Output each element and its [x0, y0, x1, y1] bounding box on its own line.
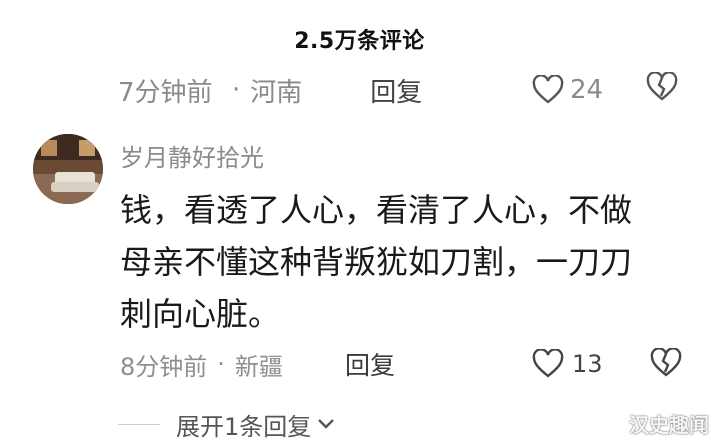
broken-heart-icon — [650, 347, 682, 377]
comment-time: 8分钟前 — [120, 352, 208, 381]
previous-comment-footer: 7分钟前 · 河南 回复 24 — [118, 64, 718, 110]
previous-comment-location: 河南 — [250, 77, 303, 108]
comment-location: 新疆 — [234, 352, 283, 381]
comment-text-line: 刺向心脏。 — [120, 295, 281, 333]
watermark: 汉史趣闻 — [629, 413, 709, 437]
comment-text-line: 钱，看透了人心，看清了人心，不做 — [120, 191, 633, 229]
expand-replies-label: 展开1条回复 — [176, 412, 312, 441]
avatar[interactable] — [33, 134, 103, 204]
heart-icon — [532, 75, 564, 104]
comment-username[interactable]: 岁月静好拾光 — [120, 138, 264, 173]
comment-footer: 8分钟前 · 新疆 回复 13 — [120, 344, 700, 384]
previous-like-button[interactable]: 24 — [532, 75, 603, 105]
chevron-down-icon — [318, 419, 335, 429]
comment-text: 钱，看透了人心，看清了人心，不做 母亲不懂这种背叛犹如刀割，一刀刀 刺向心脏。 — [120, 184, 680, 340]
dislike-button[interactable] — [650, 347, 682, 384]
reply-button[interactable]: 回复 — [345, 346, 395, 382]
comments-count-title: 2.5万条评论 — [294, 29, 425, 54]
broken-heart-icon — [646, 70, 678, 101]
expand-replies-button[interactable]: 展开1条回复 — [118, 404, 458, 444]
like-count: 13 — [572, 350, 603, 378]
previous-like-count: 24 — [570, 75, 604, 105]
previous-dislike-button[interactable] — [646, 70, 678, 109]
previous-comment-time: 7分钟前 — [118, 77, 213, 108]
like-button[interactable]: 13 — [532, 349, 603, 379]
comment-text-line: 母亲不懂这种背叛犹如刀割，一刀刀 — [120, 243, 633, 281]
heart-icon — [532, 349, 564, 378]
previous-reply-button[interactable]: 回复 — [370, 72, 422, 109]
avatar-photo-icon — [33, 134, 103, 204]
expand-divider — [118, 423, 160, 425]
